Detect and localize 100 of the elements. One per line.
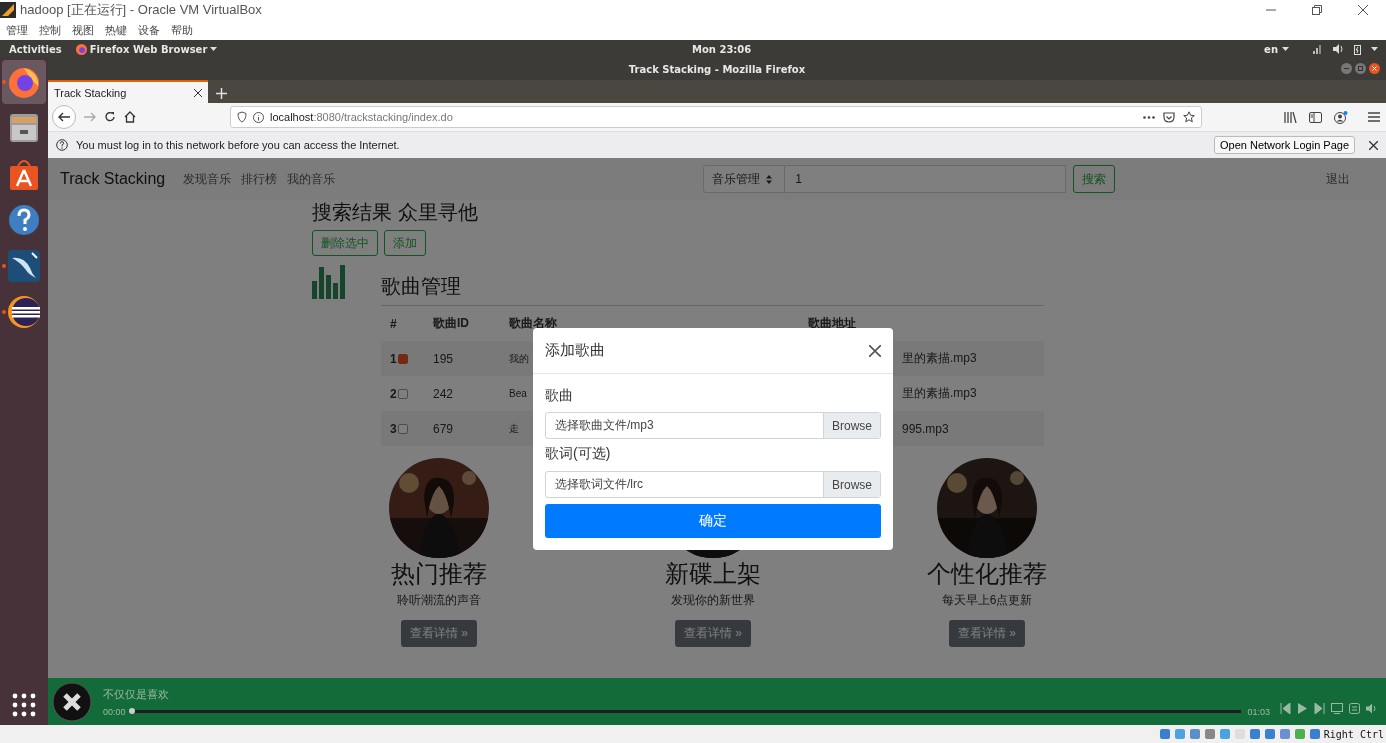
table-cell: Bea — [509, 388, 527, 399]
play-icon[interactable] — [1297, 703, 1308, 714]
firefox-icon[interactable] — [75, 43, 87, 55]
card-title: 个性化推荐 — [927, 559, 1047, 589]
url-text: localhost:8080/trackstacking/index.do — [270, 111, 453, 123]
nav-link[interactable]: 排行榜 — [241, 170, 278, 188]
window-title: hadoop [正在运行] - Oracle VM VirtualBox — [20, 1, 263, 19]
menu-item[interactable]: 视图 — [72, 22, 94, 38]
clock[interactable]: Mon 23:06 — [692, 43, 752, 55]
menu-item[interactable]: 帮助 — [171, 22, 193, 38]
volume-icon[interactable] — [1333, 44, 1344, 54]
star-icon[interactable] — [1183, 111, 1195, 123]
search-field[interactable]: 1 — [785, 165, 1067, 193]
row-checkbox[interactable] — [397, 353, 408, 364]
new-tab-icon[interactable] — [216, 88, 227, 99]
logout-link[interactable]: 退出 — [1326, 170, 1350, 188]
close-button[interactable] — [1369, 63, 1380, 74]
previous-icon[interactable] — [1280, 703, 1291, 714]
album-disc-icon — [52, 681, 92, 722]
reload-icon[interactable] — [104, 111, 116, 123]
sidebar-icon[interactable] — [1309, 111, 1322, 123]
info-icon[interactable] — [253, 111, 264, 123]
row-number: 3 — [390, 421, 397, 436]
notification-text: You must log in to this network before you can access the Internet. — [76, 139, 400, 151]
table-cell: 里的素描.mp3 — [902, 351, 977, 365]
site-brand[interactable]: Track Stacking — [60, 170, 166, 188]
card-title: 热门推荐 — [391, 559, 487, 589]
login-page-button[interactable]: Open Network Login Page — [1213, 136, 1355, 154]
card-title: 新碟上架 — [665, 559, 761, 589]
caret-icon[interactable] — [1282, 46, 1289, 52]
row-checkbox[interactable] — [397, 388, 408, 399]
browse-button[interactable]: Browse — [823, 472, 880, 497]
status-icon[interactable] — [1308, 728, 1321, 740]
network-icon[interactable] — [1313, 44, 1323, 54]
next-icon[interactable] — [1314, 703, 1325, 714]
row-number: 2 — [390, 386, 397, 401]
progress-thumb[interactable] — [128, 708, 135, 714]
menu-item[interactable]: 设备 — [138, 22, 160, 38]
field-label: 歌词(可选) — [545, 444, 612, 463]
duration-time: 01:03 — [1247, 706, 1270, 717]
close-icon[interactable] — [1369, 140, 1378, 150]
page-heading: 搜索结果 众里寻他 — [312, 200, 479, 224]
sort-arrows-icon[interactable] — [766, 174, 773, 184]
library-icon[interactable] — [1284, 111, 1297, 123]
card-text: 聆听潮流的声音 — [397, 592, 481, 609]
menu-item[interactable]: 控制 — [39, 22, 61, 38]
row-checkbox[interactable] — [397, 423, 408, 434]
close-icon[interactable] — [194, 88, 202, 97]
close-icon[interactable] — [1358, 5, 1368, 15]
close-icon[interactable] — [869, 344, 881, 357]
address-bar[interactable]: localhost:8080/trackstacking/index.do — [230, 106, 1202, 128]
status-icon[interactable] — [1248, 728, 1261, 740]
shield-icon[interactable] — [237, 111, 247, 123]
caret-icon[interactable] — [210, 46, 218, 52]
forward-icon — [84, 112, 96, 122]
column-header: 歌曲名称 — [509, 315, 557, 332]
table-cell: 我的 — [509, 351, 529, 366]
confirm-button[interactable]: 确定 — [545, 504, 881, 538]
restore-icon[interactable] — [1312, 5, 1322, 15]
browse-button[interactable]: Browse — [823, 413, 880, 438]
app-menu[interactable]: Firefox Web Browser — [89, 43, 208, 55]
playlist-icon[interactable] — [1349, 703, 1360, 714]
activities-button[interactable]: Activities — [9, 43, 62, 55]
card-text: 发现你的新世界 — [671, 592, 755, 609]
nav-link[interactable]: 发现音乐 — [183, 170, 232, 188]
more-icon[interactable] — [1143, 115, 1155, 119]
help-icon — [56, 139, 68, 151]
table-cell: 里的素描.mp3 — [902, 386, 977, 400]
host-key-label: Right Ctrl — [1323, 728, 1384, 740]
app-grid-icon[interactable] — [12, 693, 36, 717]
caret-icon[interactable] — [1371, 46, 1378, 52]
nav-link[interactable]: 我的音乐 — [287, 170, 336, 188]
home-icon[interactable] — [124, 111, 136, 123]
file-input[interactable]: 选择歌词文件/lrc Browse — [545, 471, 881, 498]
column-header: # — [390, 316, 397, 331]
category-select[interactable]: 音乐管理 — [703, 165, 786, 193]
eclipse-icon[interactable] — [6, 294, 42, 330]
menu-icon[interactable] — [1368, 112, 1380, 122]
back-arrow-icon[interactable] — [58, 112, 70, 122]
status-icon[interactable] — [1188, 728, 1201, 740]
battery-icon[interactable] — [1354, 43, 1361, 55]
section-title: 歌曲管理 — [381, 274, 461, 299]
help-icon[interactable] — [6, 202, 42, 238]
pocket-icon[interactable] — [1163, 111, 1175, 123]
minimize-button[interactable] — [1341, 63, 1352, 74]
status-icon[interactable] — [1158, 728, 1171, 740]
menu-item[interactable]: 管理 — [6, 22, 28, 38]
status-icon[interactable] — [1263, 728, 1276, 740]
account-icon[interactable] — [1334, 110, 1348, 124]
screen-icon[interactable] — [1331, 703, 1343, 714]
dolphin-icon[interactable] — [6, 248, 42, 284]
menu-item[interactable]: 热键 — [105, 22, 127, 38]
back-button[interactable] — [52, 105, 76, 129]
browser-tab[interactable]: Track Stacking — [48, 80, 208, 103]
table-cell: 走 — [509, 421, 519, 436]
card-text: 每天早上6点更新 — [941, 592, 1033, 609]
language-menu[interactable]: en — [1264, 43, 1278, 55]
file-input[interactable]: 选择歌曲文件/mp3 Browse — [545, 412, 881, 439]
status-icon[interactable] — [1203, 728, 1216, 740]
status-icon[interactable] — [1278, 728, 1291, 740]
